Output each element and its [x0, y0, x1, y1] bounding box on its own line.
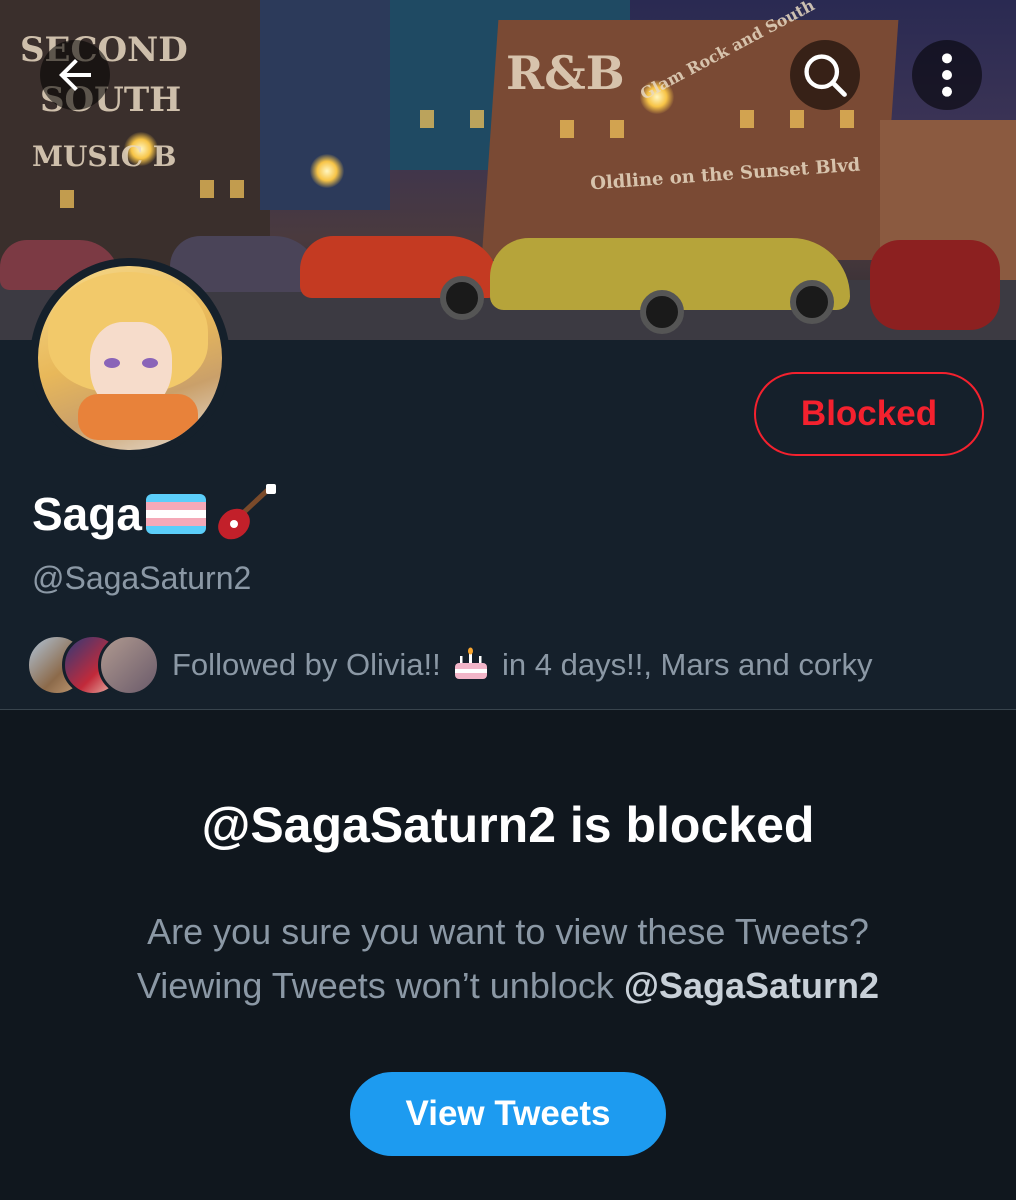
banner-window — [740, 110, 754, 128]
profile-handle: @SagaSaturn2 — [32, 560, 252, 596]
blocked-description: Are you sure you want to view these Twee… — [0, 905, 1016, 1013]
profile-name-row: Saga — [32, 483, 276, 544]
banner-window — [470, 110, 484, 128]
banner-window — [840, 110, 854, 128]
blocked-description-line2: Viewing Tweets won’t unblock @SagaSaturn… — [0, 959, 1016, 1013]
blocked-description-prefix: Viewing Tweets won’t unblock — [136, 965, 614, 1006]
followed-by-suffix: in 4 days!!, Mars and corky — [502, 647, 873, 682]
banner-window — [420, 110, 434, 128]
blocked-description-line1: Are you sure you want to view these Twee… — [147, 911, 869, 952]
search-icon — [804, 54, 847, 97]
banner-motorcycle — [870, 240, 1000, 330]
avatar-eye — [142, 358, 158, 368]
banner-sign: MUSIC B — [32, 140, 177, 173]
banner-sign: R&B — [506, 46, 625, 100]
display-name: Saga — [32, 488, 142, 540]
banner-window — [560, 120, 574, 138]
guitar-icon — [214, 483, 276, 544]
blocked-button[interactable]: Blocked — [754, 372, 984, 456]
car-wheel — [790, 280, 834, 324]
banner-window — [230, 180, 244, 198]
birthday-cake-icon — [453, 647, 489, 681]
banner-window — [60, 190, 74, 208]
profile-avatar[interactable] — [30, 258, 230, 458]
avatar-image — [38, 266, 222, 450]
more-options-button[interactable] — [912, 40, 982, 110]
back-button[interactable] — [40, 40, 110, 110]
transgender-flag-icon — [145, 494, 206, 534]
blocked-title: @SagaSaturn2 is blocked — [201, 797, 815, 853]
street-lamp — [310, 154, 344, 188]
follower-avatar — [98, 634, 160, 696]
banner-window — [610, 120, 624, 138]
avatar-eye — [104, 358, 120, 368]
followed-by-prefix: Followed by Olivia!! — [172, 647, 441, 682]
car-wheel — [640, 290, 684, 334]
search-button[interactable] — [790, 40, 860, 110]
followed-by-text: Followed by Olivia!! in 4 days!!, Mars a… — [172, 647, 872, 683]
arrow-left-icon — [59, 59, 91, 91]
view-tweets-button[interactable]: View Tweets — [350, 1072, 666, 1156]
banner-window — [790, 110, 804, 128]
followed-by-row[interactable]: Followed by Olivia!! in 4 days!!, Mars a… — [26, 630, 872, 700]
more-vertical-icon — [942, 53, 952, 97]
banner-window — [200, 180, 214, 198]
avatar-scarf — [78, 394, 198, 440]
car-wheel — [440, 276, 484, 320]
blocked-handle: @SagaSaturn2 — [623, 965, 880, 1006]
